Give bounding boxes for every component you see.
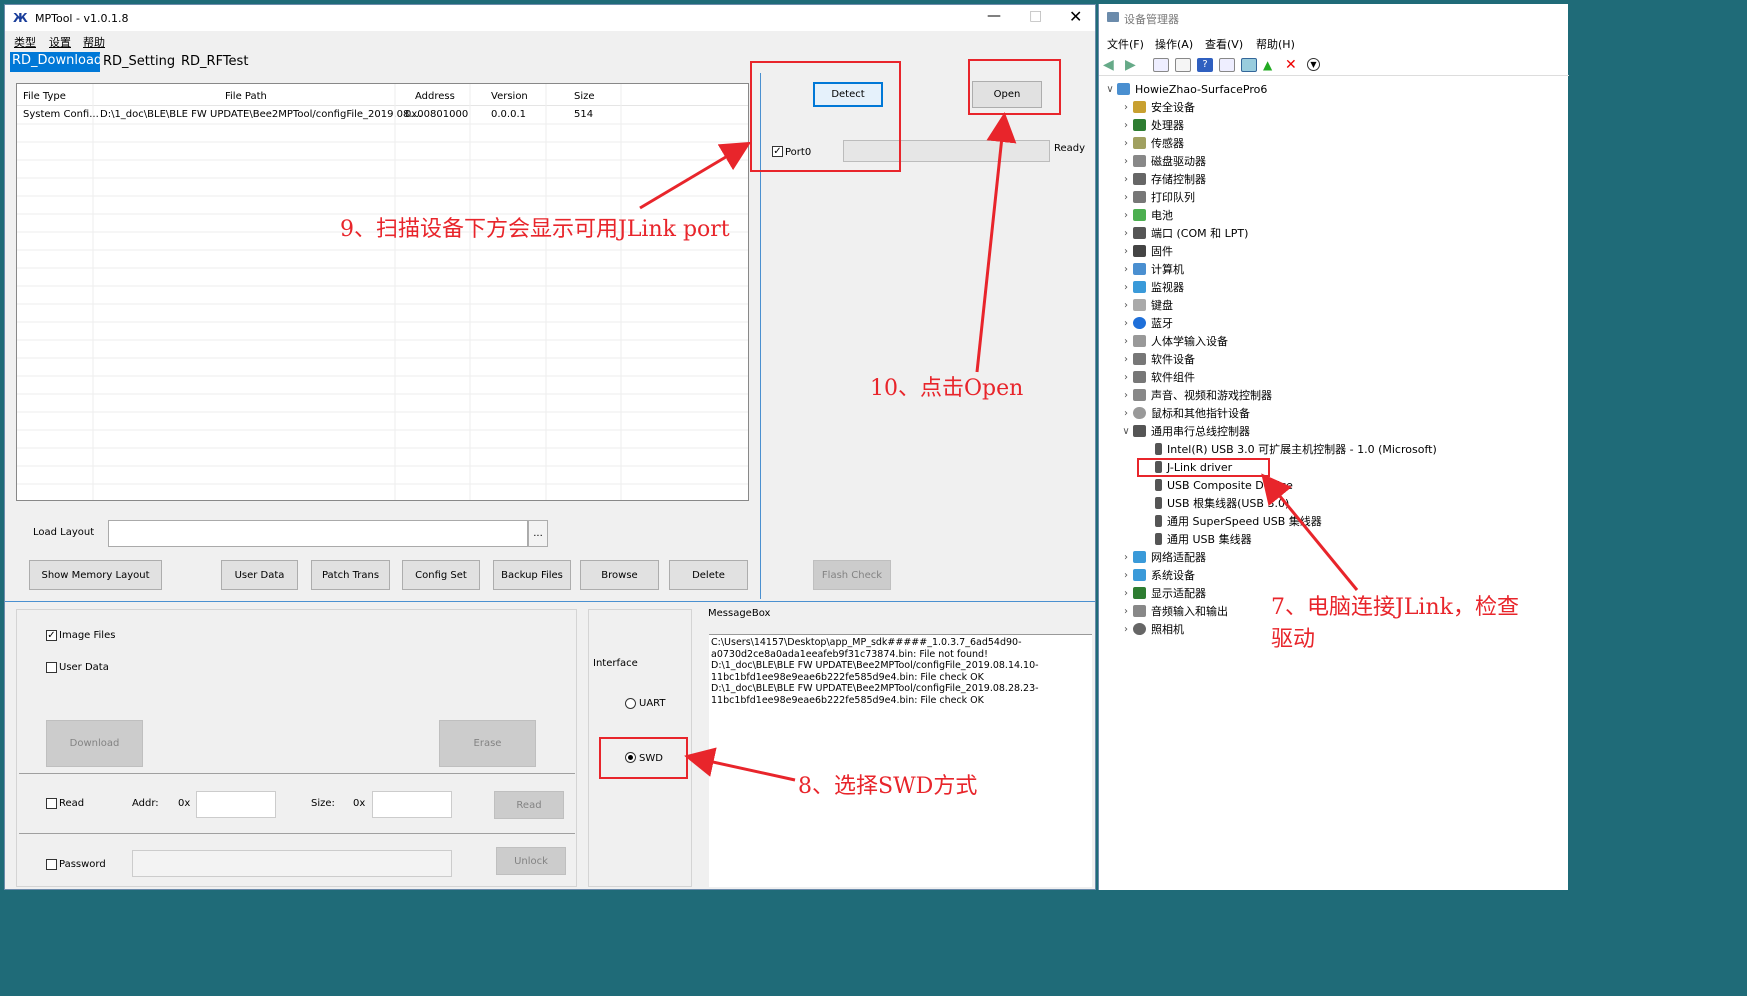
arrow-step9 bbox=[639, 141, 752, 210]
annotation-step10: 10、点击Open bbox=[870, 376, 1024, 401]
annotation-step9: 9、扫描设备下方会显示可用JLink port bbox=[340, 217, 730, 242]
annotation-step7-line2: 驱动 bbox=[1271, 627, 1316, 652]
annotation-step7-line1: 7、电脑连接JLink，检查 bbox=[1271, 595, 1519, 620]
annotation-arrows bbox=[639, 112, 1359, 782]
arrow-step7 bbox=[1261, 473, 1359, 591]
annotation-step8: 8、选择SWD方式 bbox=[798, 774, 978, 799]
arrow-step8 bbox=[684, 747, 796, 782]
arrow-step10 bbox=[975, 112, 1017, 373]
